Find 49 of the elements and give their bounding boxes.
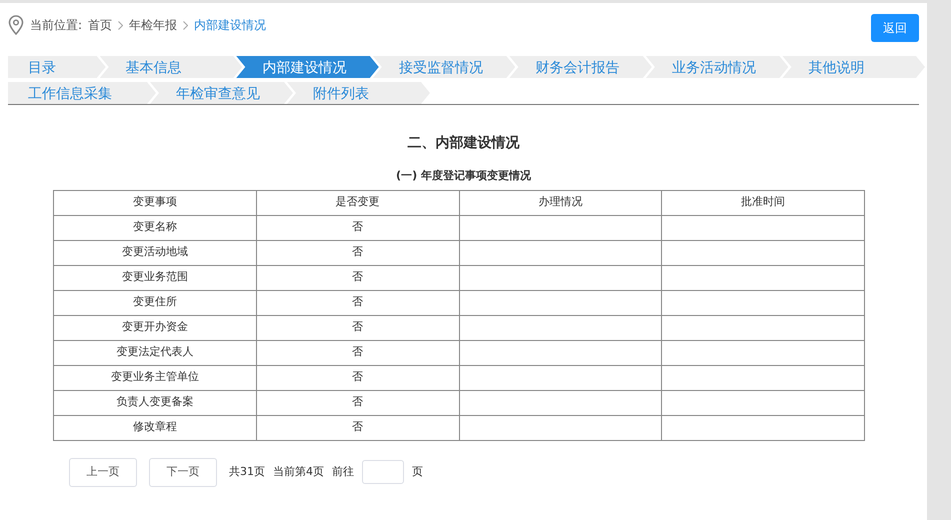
tab[interactable]: 财务会计报告 <box>509 56 652 78</box>
table-cell: 变更业务主管单位 <box>54 365 256 390</box>
page-input[interactable] <box>362 460 404 484</box>
table-cell: 否 <box>256 315 459 340</box>
table-cell: 否 <box>256 240 459 265</box>
tab[interactable]: 业务活动情况 <box>646 56 788 78</box>
chevron-icon <box>183 20 188 30</box>
goto-label: 前往 <box>332 464 354 480</box>
table-cell: 否 <box>256 215 459 240</box>
table-cell: 变更活动地域 <box>54 240 256 265</box>
table-cell: 变更开办资金 <box>54 315 256 340</box>
prev-page-button[interactable]: 上一页 <box>69 458 137 486</box>
table-cell: 变更住所 <box>54 290 256 315</box>
table-cell: 否 <box>256 365 459 390</box>
table-cell: 变更业务范围 <box>54 265 256 290</box>
breadcrumb-link[interactable]: 内部建设情况 <box>194 16 266 34</box>
table-cell: 否 <box>256 290 459 315</box>
breadcrumb-label: 当前位置: <box>30 17 82 34</box>
breadcrumb-link[interactable]: 首页 <box>88 16 112 34</box>
table-cell: 否 <box>256 265 459 290</box>
tab[interactable]: 附件列表 <box>287 82 430 104</box>
table-cell: 变更名称 <box>54 215 256 240</box>
tab[interactable]: 其他说明 <box>782 56 925 78</box>
chevron-icon <box>118 20 124 30</box>
column-header: 是否变更 <box>256 190 459 215</box>
next-page-button[interactable]: 下一页 <box>149 458 217 486</box>
column-header: 变更事项 <box>54 190 256 215</box>
page-unit: 页 <box>412 464 423 480</box>
breadcrumb-link[interactable]: 年检年报 <box>129 16 178 34</box>
table-cell: 否 <box>256 340 459 365</box>
tab[interactable]: 年检审查意见 <box>150 82 293 104</box>
table-cell: 否 <box>256 390 459 415</box>
current-page: 当前第4页 <box>273 464 324 480</box>
table-cell: 负责人变更备案 <box>54 390 256 415</box>
column-header: 批准时间 <box>662 190 864 215</box>
table-cell: 否 <box>256 415 459 440</box>
page-total: 共31页 <box>229 464 265 480</box>
table-cell: 修改章程 <box>54 415 256 440</box>
tab[interactable]: 接受监督情况 <box>372 56 516 78</box>
table-title: (一) 年度登记事项变更情况 <box>395 168 532 184</box>
column-header: 办理情况 <box>459 190 662 215</box>
location-pin-icon <box>8 15 24 35</box>
table-cell: 变更法定代表人 <box>54 340 256 365</box>
tab[interactable]: 基本信息 <box>100 56 242 78</box>
back-button[interactable]: 返回 <box>871 14 919 42</box>
tab[interactable]: 内部建设情况 <box>236 56 379 78</box>
section-title: 二、内部建设情况 <box>406 134 520 153</box>
tab[interactable]: 工作信息采集 <box>8 82 156 104</box>
tab[interactable]: 目录 <box>8 56 106 78</box>
